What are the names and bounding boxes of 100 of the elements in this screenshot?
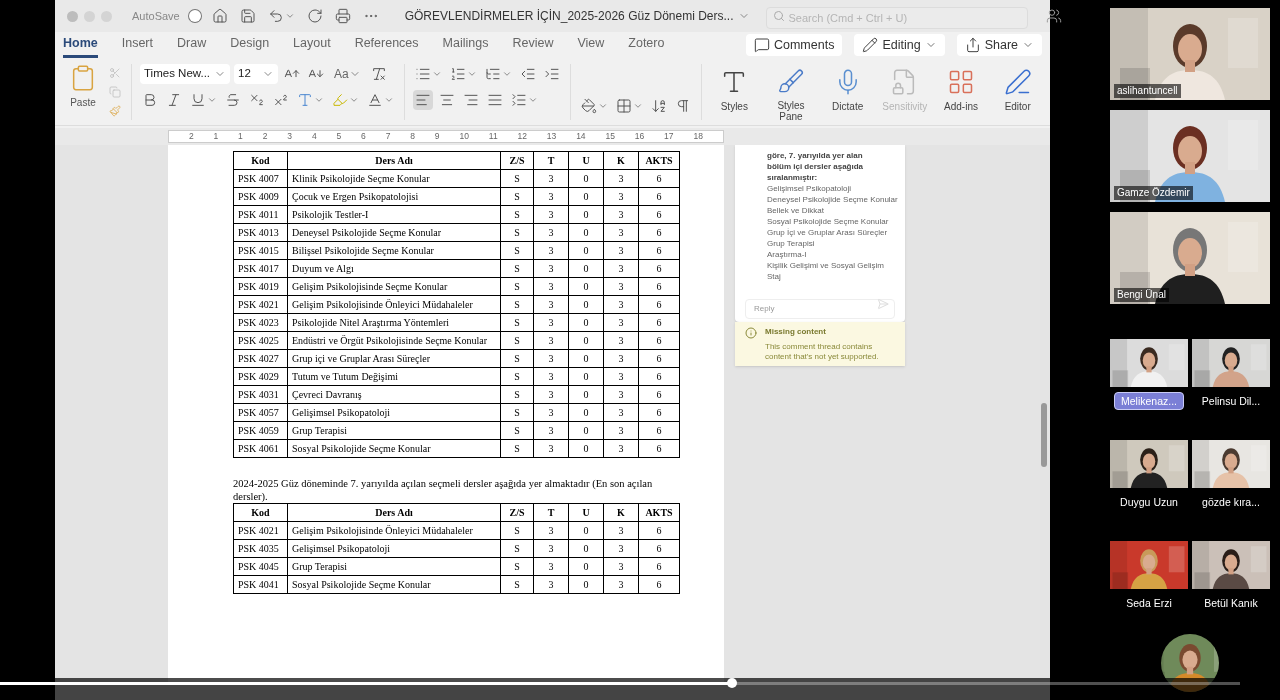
table-cell: PSK 4029: [233, 367, 288, 386]
table-cell: Klinik Psikolojide Seçme Konular: [287, 169, 501, 188]
scrollbar[interactable]: [1041, 403, 1047, 467]
column-header: AKTS: [638, 151, 680, 170]
ruler-number: 18: [693, 132, 703, 141]
caret-icon: [349, 95, 359, 105]
caret-icon: [284, 11, 295, 21]
home-icon: [211, 8, 228, 24]
column-header: Z/S: [500, 503, 534, 522]
ribbon-button[interactable]: Dictate: [823, 64, 872, 122]
reply-field[interactable]: Reply: [745, 298, 895, 319]
multilevel-list-icon: [485, 66, 501, 82]
table-cell: S: [500, 313, 534, 332]
ribbon-tab[interactable]: References: [354, 32, 419, 58]
caret-icon: [528, 95, 538, 105]
table-cell: 6: [638, 277, 680, 296]
table-cell: 3: [603, 539, 639, 558]
borders-icon: [616, 98, 632, 114]
toolbar-button[interactable]: Editing: [854, 34, 945, 56]
ribbon-button[interactable]: Styles: [710, 64, 759, 122]
ruler-number: 1: [238, 132, 243, 141]
table-cell: 0: [568, 367, 604, 386]
ribbon-tab[interactable]: View: [577, 32, 605, 58]
align-center-icon: [439, 92, 455, 108]
table-cell: 0: [568, 331, 604, 350]
table-cell: 3: [533, 521, 569, 540]
people-icon: [1045, 8, 1062, 24]
line-spacing-icon: [511, 92, 527, 108]
column-header: U: [568, 503, 604, 522]
table-cell: 0: [568, 403, 604, 422]
show-marks-icon: [675, 98, 691, 114]
table-cell: PSK 4061: [233, 439, 288, 458]
ribbon-tab[interactable]: Draw: [177, 32, 207, 58]
caret-icon: [384, 95, 394, 105]
strikethrough-icon: [225, 92, 241, 108]
table-cell: 6: [638, 295, 680, 314]
progress-track[interactable]: [0, 682, 1240, 685]
column-header: K: [603, 503, 639, 522]
playhead[interactable]: [726, 678, 737, 688]
table-cell: 6: [638, 439, 680, 458]
ribbon-button[interactable]: Styles Pane: [766, 64, 816, 122]
ribbon-tab[interactable]: Design: [230, 32, 270, 58]
table-cell: Gelişimsel Psikopatoloji: [287, 403, 501, 422]
table-cell: 6: [638, 539, 680, 558]
table-cell: Endüstri ve Örgüt Psikolojisinde Seçme Konular: [287, 331, 501, 350]
table-cell: 0: [568, 223, 604, 242]
speech-bubble-icon: [753, 37, 770, 53]
caret-icon: [467, 69, 477, 79]
clear-formatting-icon: [370, 66, 387, 82]
align-right-icon: [463, 92, 479, 108]
table-cell: S: [500, 277, 534, 296]
table-cell: 3: [533, 367, 569, 386]
table-cell: 0: [568, 539, 604, 558]
underline-icon: [190, 92, 206, 108]
table-cell: 6: [638, 403, 680, 422]
align-left-button[interactable]: [413, 90, 433, 110]
autosave-label: AutoSave: [132, 8, 180, 24]
ribbon-tab[interactable]: Zotero: [628, 32, 665, 58]
table-cell: PSK 4007: [233, 169, 288, 188]
ribbon-button[interactable]: Editor: [993, 64, 1043, 122]
comment-list-item: Grup Terapisi: [767, 238, 816, 249]
ribbon-tab[interactable]: Insert: [121, 32, 153, 58]
comment-list-item: Kişilik Gelişimi ve Sosyal Gelişim: [767, 260, 885, 271]
participant-name: Bengi Ünal: [1114, 288, 1169, 302]
column-header: AKTS: [638, 503, 680, 522]
autosave-toggle[interactable]: [187, 9, 202, 23]
font-size-field[interactable]: 12: [234, 64, 278, 84]
column-header: Z/S: [500, 151, 534, 170]
table-cell: S: [500, 403, 534, 422]
ruler-number: 14: [576, 132, 586, 141]
ribbon-button[interactable]: Add-ins: [936, 64, 986, 122]
column-header: Kod: [233, 503, 288, 522]
bullets-icon: [415, 66, 431, 82]
grid-icon: [947, 68, 975, 96]
ribbon-tab[interactable]: Layout: [293, 32, 331, 58]
toolbar-button[interactable]: Comments: [745, 34, 843, 56]
document-title[interactable]: GÖREVLENDİRMELER İÇİN_2025-2026 Güz Dönemi Ders...: [404, 7, 750, 25]
comment-list-item: Grup İçi ve Gruplar Arası Süreçler: [767, 227, 889, 238]
ribbon-tab[interactable]: Mailings: [442, 32, 489, 58]
ribbon-tab[interactable]: Home: [63, 32, 98, 58]
table-cell: 0: [568, 575, 604, 594]
align-left-icon: [415, 92, 431, 108]
toolbar-button[interactable]: Share: [956, 34, 1042, 56]
table-cell: 0: [568, 205, 604, 224]
table-cell: Gelişim Psikolojisinde Önleyici Müdahaleler: [287, 295, 501, 314]
table-cell: PSK 4009: [233, 187, 288, 206]
ribbon-tab[interactable]: Review: [512, 32, 554, 58]
table-cell: 3: [533, 205, 569, 224]
table-cell: 3: [603, 259, 639, 278]
numbering-icon: [450, 66, 466, 82]
paste-button[interactable]: Paste: [63, 64, 103, 120]
pen-icon: [1003, 68, 1032, 96]
search-icon: [772, 10, 785, 22]
font-name-field[interactable]: Times New...: [140, 64, 230, 84]
table-cell: 3: [533, 421, 569, 440]
change-case-button[interactable]: Aa: [330, 65, 365, 83]
table-cell: 0: [568, 241, 604, 260]
table-cell: 3: [533, 313, 569, 332]
table-cell: S: [500, 187, 534, 206]
comment-text: göre, 7. yarıyılda yer alan bölüm içi dersler aşağıda sıralanmıştır:: [767, 150, 865, 183]
